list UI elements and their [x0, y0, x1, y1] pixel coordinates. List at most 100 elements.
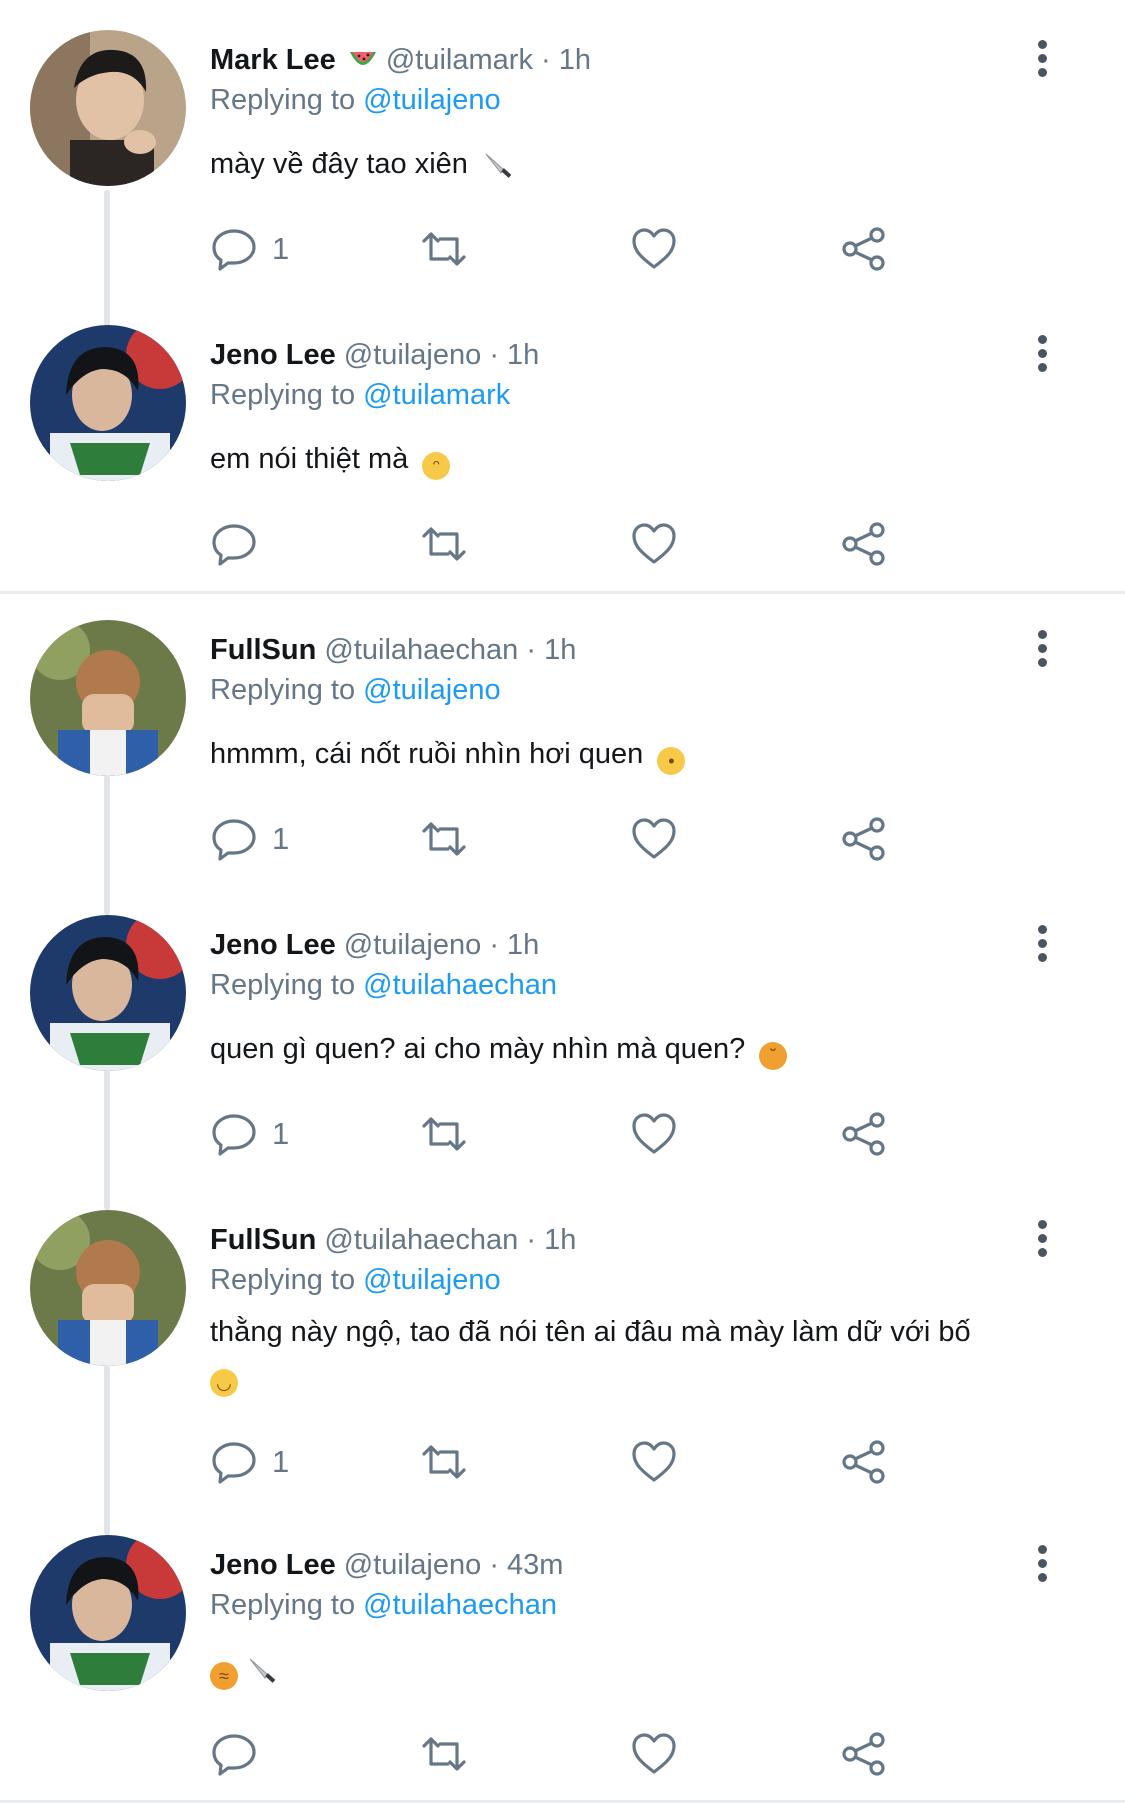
share-button[interactable] — [840, 224, 888, 274]
replying-to-label: Replying to — [210, 379, 356, 411]
more-options-button[interactable] — [1030, 40, 1054, 84]
tweet-text-body: hmmm, cái nốt ruồi nhìn hơi quen — [210, 738, 644, 770]
reply-button[interactable]: 1 — [210, 1437, 289, 1487]
reply-icon — [212, 229, 256, 271]
like-button[interactable] — [630, 519, 678, 569]
angry-face-icon: ˘ — [759, 1042, 788, 1070]
mention-link[interactable]: @tuilahaechan — [363, 969, 557, 1001]
retweet-button[interactable] — [420, 519, 468, 569]
retweet-icon — [422, 822, 466, 856]
heart-icon — [632, 523, 676, 564]
steam-face-icon: ≈ — [210, 1662, 238, 1690]
mention-link[interactable]: @tuilamark — [363, 379, 510, 411]
more-options-button[interactable] — [1030, 1220, 1054, 1264]
retweet-button[interactable] — [420, 1109, 468, 1159]
knife-icon — [485, 153, 512, 178]
timestamp: · 1h — [541, 44, 591, 76]
avatar-image — [30, 1535, 186, 1691]
avatar[interactable] — [30, 1210, 186, 1366]
tweet-text: quen gì quen? ai cho mày nhìn mà quen? ˘ — [210, 1027, 1040, 1071]
tweet-header: Jeno Lee @tuilajeno · 1h — [210, 925, 539, 965]
mention-link[interactable]: @tuilajeno — [363, 84, 500, 116]
raised-eyebrow-face-icon: • — [657, 747, 686, 775]
more-options-button[interactable] — [1030, 335, 1054, 379]
tweet-header: Jeno Lee @tuilajeno · 1h — [210, 335, 539, 375]
user-handle[interactable]: @tuilajeno — [344, 929, 481, 961]
tweet-header: Mark Lee @tuilamark · 1h — [210, 40, 591, 80]
more-dot — [1037, 1248, 1047, 1257]
tweet-text-body: em nói thiệt mà — [210, 443, 409, 475]
heart-icon — [632, 1441, 676, 1482]
more-vertical-icon — [1037, 1545, 1047, 1554]
heart-icon — [632, 818, 676, 859]
action-bar: 1 — [210, 1437, 970, 1487]
more-dot — [1037, 939, 1047, 948]
like-button[interactable] — [630, 814, 678, 864]
avatar-image — [30, 620, 186, 776]
reply-icon — [212, 524, 256, 566]
share-icon — [842, 227, 885, 271]
mention-link[interactable]: @tuilahaechan — [363, 1589, 557, 1621]
reply-icon — [212, 1442, 256, 1484]
like-button[interactable] — [630, 224, 678, 274]
avatar[interactable] — [30, 30, 186, 186]
tweet-text: em nói thiệt mà ᵔ — [210, 437, 1040, 481]
more-options-button[interactable] — [1030, 925, 1054, 969]
tweet-text-body: mày về đây tao xiên — [210, 148, 468, 180]
retweet-button[interactable] — [420, 814, 468, 864]
more-options-button[interactable] — [1030, 1545, 1054, 1589]
reply-button[interactable] — [210, 519, 272, 569]
user-handle[interactable]: @tuilamark — [386, 44, 533, 76]
share-button[interactable] — [840, 1109, 888, 1159]
share-button[interactable] — [840, 519, 888, 569]
avatar[interactable] — [30, 1535, 186, 1691]
display-name[interactable]: Jeno Lee — [210, 1549, 336, 1581]
retweet-button[interactable] — [420, 224, 468, 274]
more-dot — [1037, 953, 1047, 962]
action-bar: 1 — [210, 1109, 970, 1159]
replying-to-label: Replying to — [210, 1589, 356, 1621]
share-icon — [842, 1440, 885, 1484]
like-button[interactable] — [630, 1729, 678, 1779]
action-bar: 1 — [210, 814, 970, 864]
reply-button[interactable]: 1 — [210, 224, 289, 274]
heart-icon — [632, 1733, 676, 1774]
retweet-button[interactable] — [420, 1437, 468, 1487]
replying-to-label: Replying to — [210, 1264, 356, 1296]
user-handle[interactable]: @tuilahaechan — [324, 634, 518, 666]
slightly-smiling-face-icon: ◡ — [210, 1369, 238, 1397]
tweet-text-body: quen gì quen? ai cho mày nhìn mà quen? — [210, 1033, 746, 1065]
tweet-header: FullSun @tuilahaechan · 1h — [210, 630, 576, 670]
more-dot — [1037, 1573, 1047, 1582]
display-name[interactable]: Mark Lee — [210, 44, 336, 76]
thread-connector — [104, 190, 110, 330]
avatar[interactable] — [30, 915, 186, 1071]
more-dot — [1037, 68, 1047, 77]
more-vertical-icon — [1037, 630, 1047, 639]
user-handle[interactable]: @tuilahaechan — [324, 1224, 518, 1256]
like-button[interactable] — [630, 1109, 678, 1159]
retweet-button[interactable] — [420, 1729, 468, 1779]
display-name[interactable]: Jeno Lee — [210, 339, 336, 371]
more-options-button[interactable] — [1030, 630, 1054, 674]
share-button[interactable] — [840, 1729, 888, 1779]
user-handle[interactable]: @tuilajeno — [344, 339, 481, 371]
display-name[interactable]: FullSun — [210, 1224, 316, 1256]
reply-button[interactable] — [210, 1729, 272, 1779]
reply-button[interactable]: 1 — [210, 814, 289, 864]
display-name[interactable]: FullSun — [210, 634, 316, 666]
retweet-icon — [422, 232, 466, 266]
avatar[interactable] — [30, 325, 186, 481]
mention-link[interactable]: @tuilajeno — [363, 674, 500, 706]
avatar[interactable] — [30, 620, 186, 776]
share-button[interactable] — [840, 814, 888, 864]
reply-button[interactable]: 1 — [210, 1109, 289, 1159]
share-button[interactable] — [840, 1437, 888, 1487]
like-button[interactable] — [630, 1437, 678, 1487]
timestamp: · 1h — [526, 634, 577, 666]
display-name[interactable]: Jeno Lee — [210, 929, 336, 961]
bottom-divider — [0, 1800, 1125, 1803]
user-handle[interactable]: @tuilajeno — [344, 1549, 481, 1581]
more-dot — [1037, 658, 1047, 667]
mention-link[interactable]: @tuilajeno — [363, 1264, 500, 1296]
